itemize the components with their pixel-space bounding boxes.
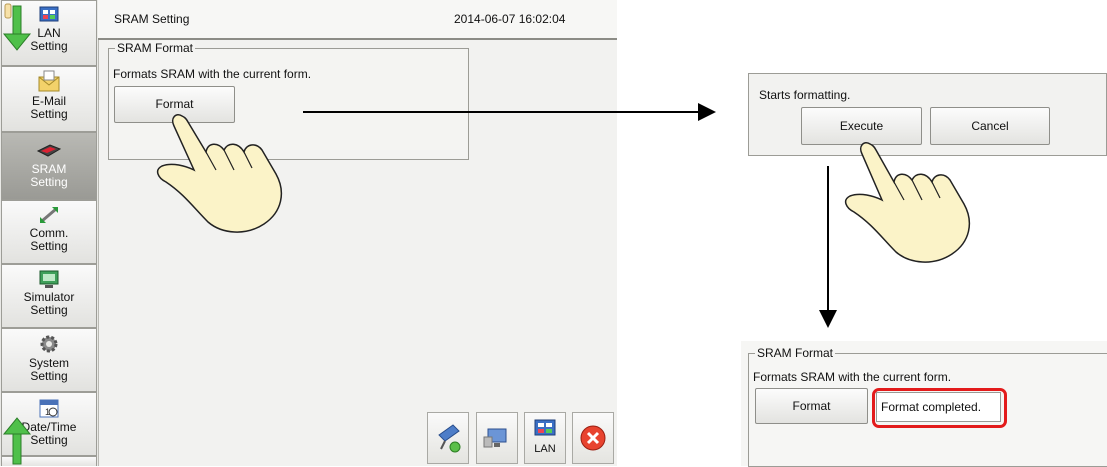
- arrow-right: [303, 103, 716, 121]
- hand-pointer-icon: [844, 142, 971, 263]
- hand-pointer-icon: [156, 114, 283, 233]
- arrow-down: [819, 166, 837, 328]
